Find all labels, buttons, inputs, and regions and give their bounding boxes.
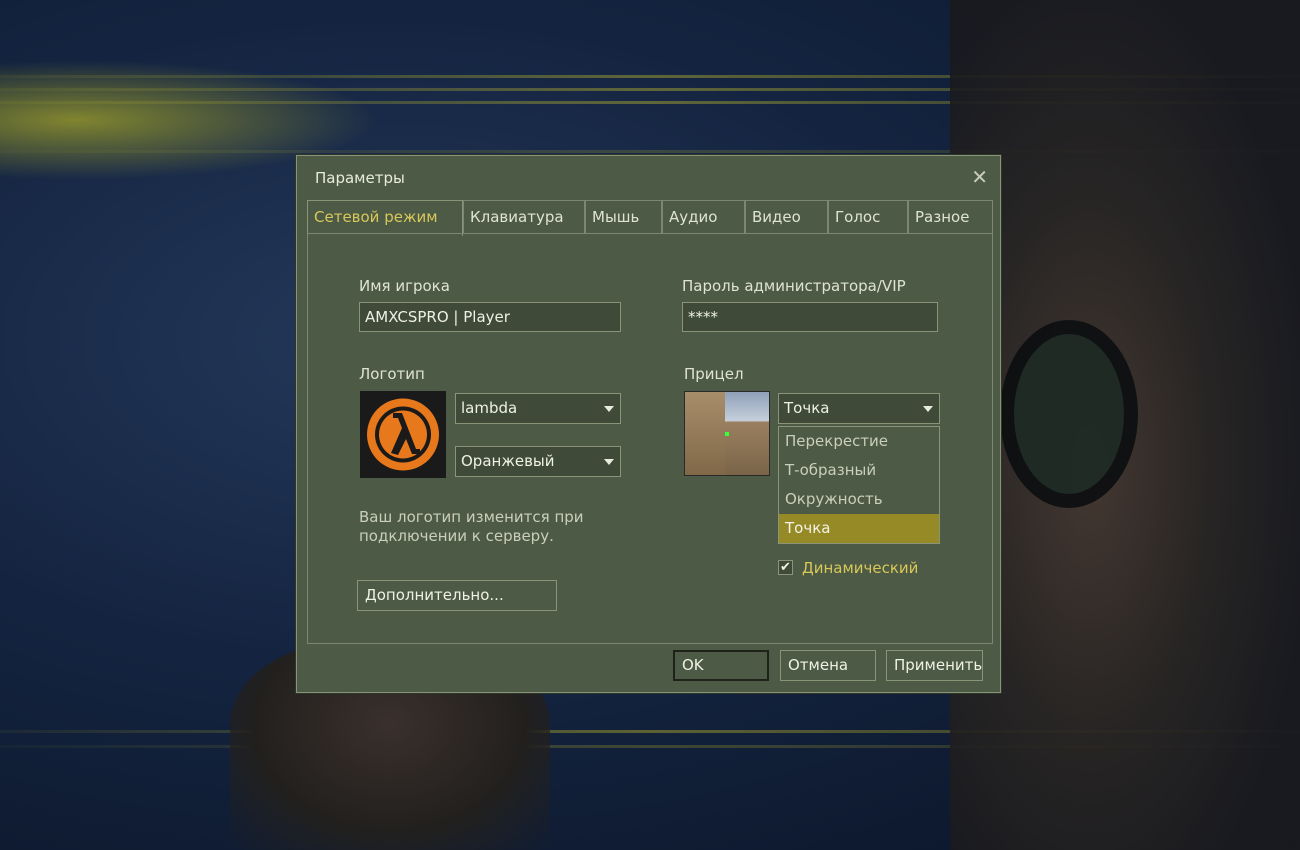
background-stripe xyxy=(0,101,1300,104)
dynamic-checkbox-label[interactable]: Динамический xyxy=(802,559,918,577)
logo-select[interactable]: lambda xyxy=(455,393,621,424)
dialog-title: Параметры xyxy=(315,169,405,187)
tab-keyboard[interactable]: Клавиатура xyxy=(463,200,585,233)
preview-wall xyxy=(685,392,725,475)
crosshair-preview xyxy=(684,391,770,476)
tab-misc[interactable]: Разное xyxy=(908,200,993,233)
background-stripe xyxy=(0,88,1300,91)
crosshair-select-value: Точка xyxy=(784,399,830,417)
background-stripe xyxy=(0,75,1300,78)
dynamic-checkbox[interactable]: ✔ xyxy=(778,560,793,575)
checkmark-icon: ✔ xyxy=(780,560,791,575)
admin-password-label: Пароль администратора/VIP xyxy=(682,277,906,295)
chevron-down-icon xyxy=(604,406,614,412)
logo-color-select[interactable]: Оранжевый xyxy=(455,446,621,477)
logo-select-value: lambda xyxy=(461,399,518,417)
chevron-down-icon xyxy=(923,406,933,412)
apply-button[interactable]: Применить xyxy=(886,650,983,681)
tab-audio[interactable]: Аудио xyxy=(662,200,745,233)
tab-multiplayer[interactable]: Сетевой режим xyxy=(307,200,463,236)
logo-hint-text: Ваш логотип изменится при подключении к … xyxy=(359,508,584,545)
tab-mouse[interactable]: Мышь xyxy=(585,200,662,233)
options-dialog: Параметры ✕ Сетевой режим Клавиатура Мыш… xyxy=(296,155,1001,693)
background-character xyxy=(950,0,1300,850)
advanced-button[interactable]: Дополнительно... xyxy=(357,580,557,611)
crosshair-option-t-shaped[interactable]: Т-образный xyxy=(779,456,939,485)
lambda-logo-icon xyxy=(360,391,446,478)
background-stripe xyxy=(0,150,1300,153)
tab-bar: Сетевой режим Клавиатура Мышь Аудио Виде… xyxy=(307,200,993,236)
crosshair-option-cross[interactable]: Перекрестие xyxy=(779,427,939,456)
chevron-down-icon xyxy=(604,459,614,465)
logo-color-value: Оранжевый xyxy=(461,452,555,470)
crosshair-option-circle[interactable]: Окружность xyxy=(779,485,939,514)
tab-video[interactable]: Видео xyxy=(745,200,828,233)
player-name-label: Имя игрока xyxy=(359,277,450,295)
crosshair-select[interactable]: Точка xyxy=(778,393,940,424)
ok-button[interactable]: OK xyxy=(673,650,769,681)
close-icon[interactable]: ✕ xyxy=(971,165,988,189)
background-stripe xyxy=(0,745,1300,748)
tab-voice[interactable]: Голос xyxy=(828,200,908,233)
background-goggle xyxy=(1000,320,1138,508)
lambda-logo-image xyxy=(367,398,439,471)
crosshair-label: Прицел xyxy=(684,365,744,383)
crosshair-dropdown: Перекрестие Т-образный Окружность Точка xyxy=(778,426,940,544)
crosshair-option-dot[interactable]: Точка xyxy=(779,514,939,543)
admin-password-input[interactable]: **** xyxy=(682,302,938,332)
logo-label: Логотип xyxy=(359,365,425,383)
crosshair-dot-icon xyxy=(725,432,729,436)
background-stripe xyxy=(0,730,1300,733)
player-name-input[interactable]: AMXCSPRO | Player xyxy=(359,302,621,332)
cancel-button[interactable]: Отмена xyxy=(780,650,876,681)
